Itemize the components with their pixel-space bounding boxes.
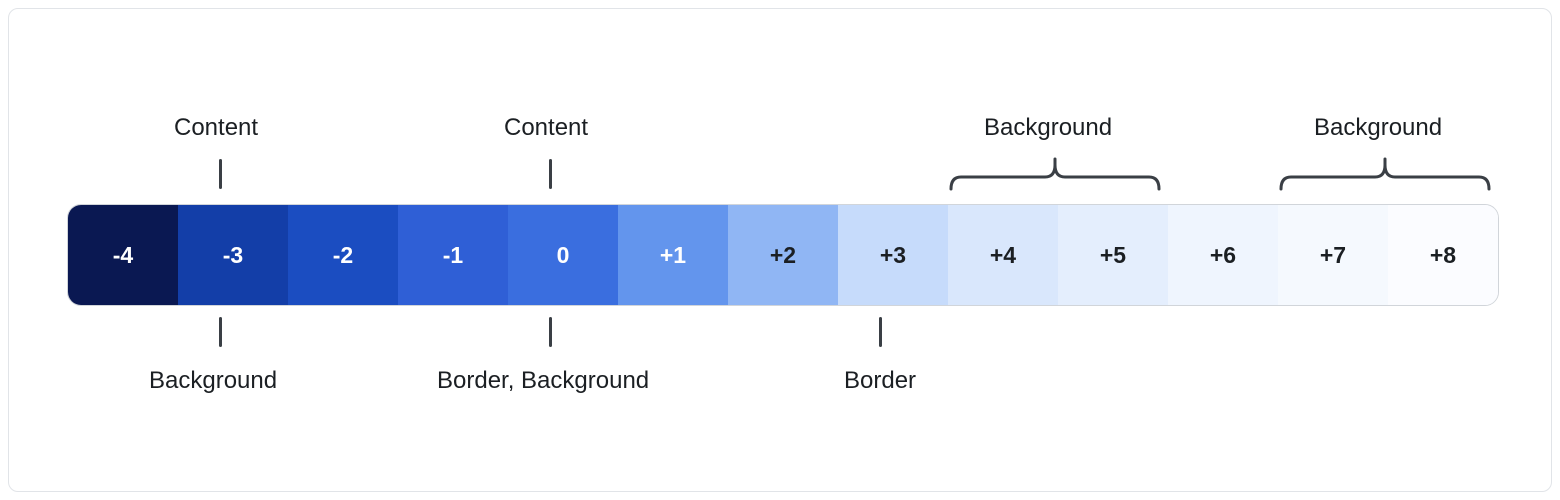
- swatch-value: -1: [443, 242, 463, 269]
- swatch-minus-4: -4: [68, 205, 178, 305]
- color-scale: -4 -3 -2 -1 0 +1 +2 +3 +4 +5 +6 +7 +8: [67, 204, 1499, 306]
- connector-bot-1: [219, 317, 222, 347]
- swatch-minus-2: -2: [288, 205, 398, 305]
- swatch-value: -4: [113, 242, 133, 269]
- swatch-plus-4: +4: [948, 205, 1058, 305]
- label-top-background-2: Background: [1314, 114, 1442, 142]
- swatch-value: +6: [1210, 242, 1236, 269]
- swatch-value: -3: [223, 242, 243, 269]
- swatch-plus-7: +7: [1278, 205, 1388, 305]
- connector-bot-3: [879, 317, 882, 347]
- label-top-content-2: Content: [504, 114, 588, 142]
- connector-top-2: [549, 159, 552, 189]
- label-top-background-1: Background: [984, 114, 1112, 142]
- bracket-top-1: [949, 157, 1161, 187]
- swatch-value: +1: [660, 242, 686, 269]
- swatch-value: +5: [1100, 242, 1126, 269]
- label-bot-background: Background: [149, 367, 277, 395]
- diagram-frame: Content Content Background Background -4…: [8, 8, 1552, 492]
- label-bot-border: Border: [844, 367, 916, 395]
- swatch-plus-6: +6: [1168, 205, 1278, 305]
- swatch-value: +7: [1320, 242, 1346, 269]
- swatch-zero: 0: [508, 205, 618, 305]
- swatch-value: +4: [990, 242, 1016, 269]
- label-top-content-1: Content: [174, 114, 258, 142]
- swatch-plus-2: +2: [728, 205, 838, 305]
- bracket-top-2: [1279, 157, 1491, 187]
- swatch-minus-3: -3: [178, 205, 288, 305]
- swatch-minus-1: -1: [398, 205, 508, 305]
- label-bot-border-background: Border, Background: [437, 367, 649, 395]
- swatch-value: +2: [770, 242, 796, 269]
- swatch-value: -2: [333, 242, 353, 269]
- swatch-plus-5: +5: [1058, 205, 1168, 305]
- swatch-plus-1: +1: [618, 205, 728, 305]
- connector-bot-2: [549, 317, 552, 347]
- connector-top-1: [219, 159, 222, 189]
- swatch-value: 0: [557, 242, 570, 269]
- swatch-value: +8: [1430, 242, 1456, 269]
- swatch-value: +3: [880, 242, 906, 269]
- swatch-plus-8: +8: [1388, 205, 1498, 305]
- swatch-plus-3: +3: [838, 205, 948, 305]
